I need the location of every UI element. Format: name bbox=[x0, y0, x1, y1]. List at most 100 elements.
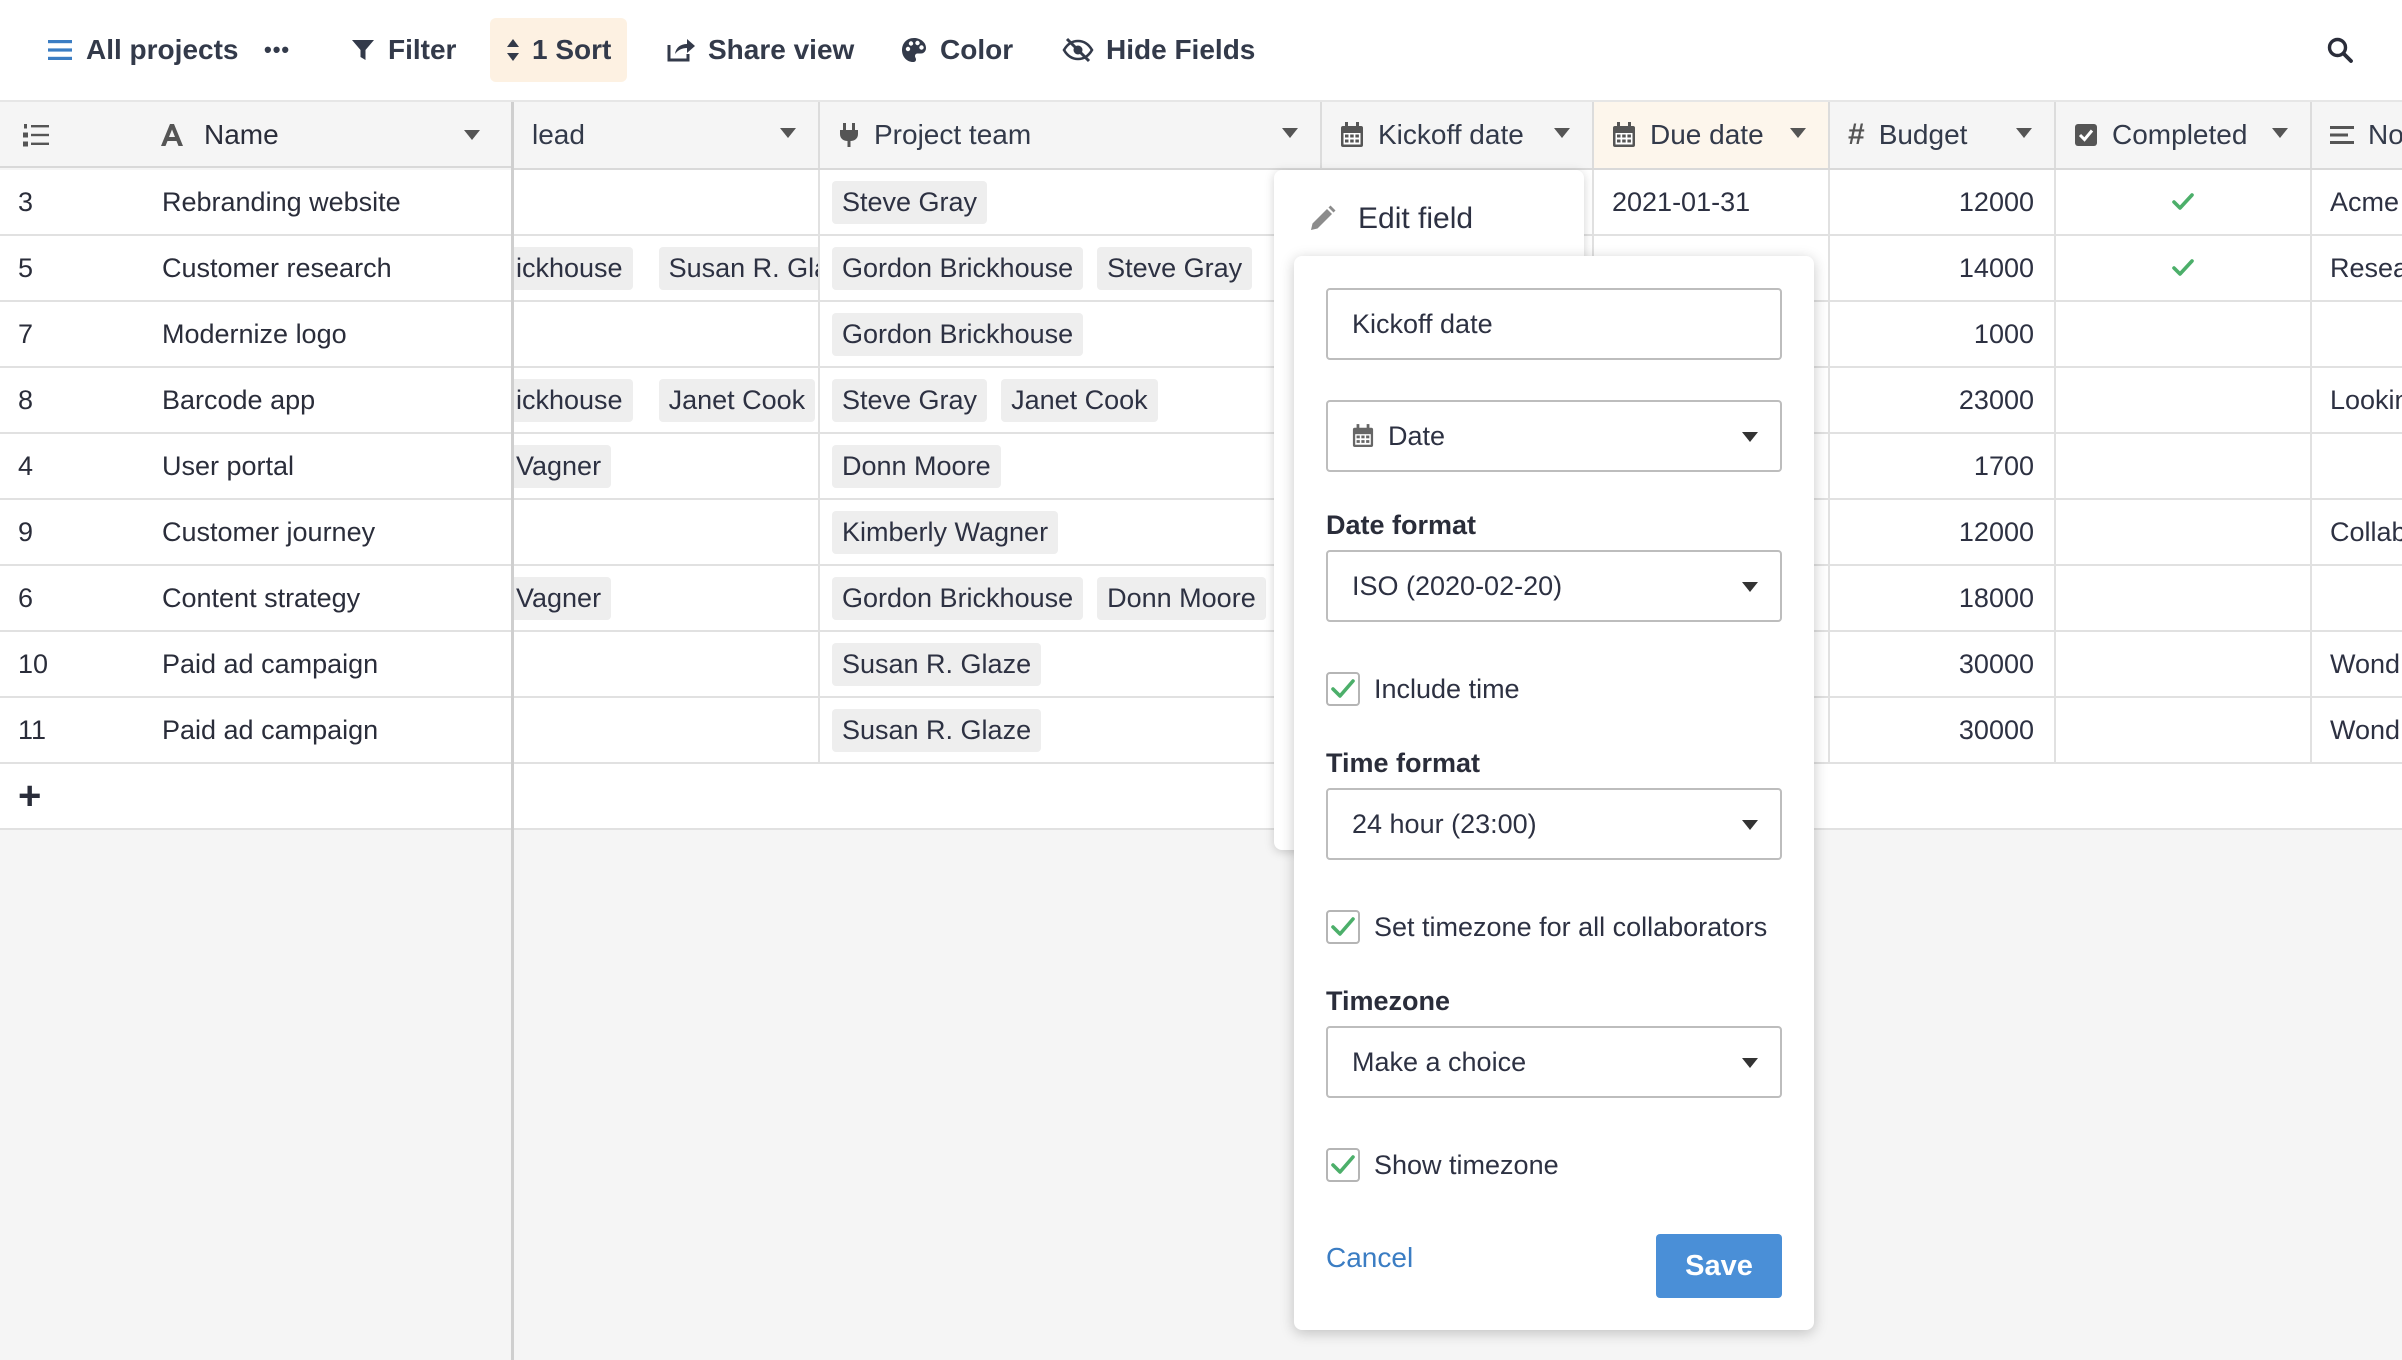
date-format-select[interactable]: ISO (2020-02-20) bbox=[1326, 550, 1782, 622]
field-type-select[interactable]: Date bbox=[1326, 400, 1782, 472]
caret-down-icon[interactable] bbox=[1282, 128, 1298, 138]
cell-budget[interactable]: 23000 bbox=[1830, 368, 2056, 432]
cell-lead[interactable]: Vagner bbox=[514, 566, 820, 630]
view-switcher-button[interactable]: All projects bbox=[30, 18, 254, 82]
cell-team[interactable]: Steve Gray bbox=[820, 170, 1322, 234]
checkbox-checked-icon[interactable] bbox=[1326, 910, 1360, 944]
table-row[interactable]: 11 Paid ad campaign bbox=[0, 698, 511, 764]
table-row[interactable]: 5 Customer research bbox=[0, 236, 511, 302]
cell-name[interactable]: Customer research bbox=[162, 236, 392, 300]
cell-team[interactable]: Kimberly Wagner bbox=[820, 500, 1322, 564]
cell-notes[interactable]: Lookin bbox=[2312, 368, 2402, 432]
table-row[interactable]: 8 Barcode app bbox=[0, 368, 511, 434]
checkbox-checked-icon[interactable] bbox=[1326, 1148, 1360, 1182]
column-header-project-team[interactable]: Project team bbox=[820, 102, 1322, 168]
caret-down-icon[interactable] bbox=[780, 128, 796, 138]
cell-budget[interactable]: 12000 bbox=[1830, 500, 2056, 564]
cell-notes[interactable]: Resea bbox=[2312, 236, 2402, 300]
cell-name[interactable]: Modernize logo bbox=[162, 302, 347, 366]
cell-name[interactable]: Rebranding website bbox=[162, 170, 401, 234]
table-row[interactable]: 10 Paid ad campaign bbox=[0, 632, 511, 698]
caret-down-icon[interactable] bbox=[1790, 128, 1806, 138]
set-timezone-checkbox[interactable]: Set timezone for all collaborators bbox=[1326, 910, 1767, 944]
cell-lead[interactable]: ickhouse Susan R. Glaz bbox=[514, 236, 820, 300]
table-row[interactable]: 9 Customer journey bbox=[0, 500, 511, 566]
more-options-button[interactable]: ••• bbox=[248, 18, 306, 82]
caret-down-icon[interactable] bbox=[464, 130, 480, 140]
save-button[interactable]: Save bbox=[1656, 1234, 1782, 1298]
cell-notes[interactable]: Wond bbox=[2312, 698, 2402, 762]
time-format-select[interactable]: 24 hour (23:00) bbox=[1326, 788, 1782, 860]
table-row[interactable]: 7 Modernize logo bbox=[0, 302, 511, 368]
field-name-input[interactable]: Kickoff date bbox=[1326, 288, 1782, 360]
cell-budget[interactable]: 30000 bbox=[1830, 632, 2056, 696]
cancel-button[interactable]: Cancel bbox=[1326, 1242, 1413, 1274]
cell-name[interactable]: Customer journey bbox=[162, 500, 375, 564]
cell-completed[interactable] bbox=[2056, 170, 2312, 234]
include-time-checkbox[interactable]: Include time bbox=[1326, 672, 1520, 706]
cell-lead[interactable] bbox=[514, 302, 820, 366]
cell-completed[interactable] bbox=[2056, 632, 2312, 696]
cell-budget[interactable]: 1000 bbox=[1830, 302, 2056, 366]
table-row[interactable]: 3 Rebranding website bbox=[0, 170, 511, 236]
column-header-due-date[interactable]: Due date bbox=[1594, 102, 1830, 168]
caret-down-icon[interactable] bbox=[2016, 128, 2032, 138]
cell-completed[interactable] bbox=[2056, 236, 2312, 300]
cell-team[interactable]: Gordon Brickhouse Donn Moore bbox=[820, 566, 1322, 630]
cell-budget[interactable]: 1700 bbox=[1830, 434, 2056, 498]
cell-budget[interactable]: 18000 bbox=[1830, 566, 2056, 630]
edit-field-menu-item[interactable]: Edit field bbox=[1308, 202, 1473, 236]
cell-lead[interactable] bbox=[514, 170, 820, 234]
cell-notes[interactable]: Acme bbox=[2312, 170, 2402, 234]
cell-lead[interactable] bbox=[514, 698, 820, 762]
cell-completed[interactable] bbox=[2056, 566, 2312, 630]
cell-team[interactable]: Susan R. Glaze bbox=[820, 698, 1322, 762]
cell-completed[interactable] bbox=[2056, 368, 2312, 432]
column-header-lead[interactable]: lead bbox=[514, 102, 820, 168]
column-header-budget[interactable]: # Budget bbox=[1830, 102, 2056, 168]
cell-lead[interactable] bbox=[514, 500, 820, 564]
cell-lead[interactable]: ickhouse Janet Cook bbox=[514, 368, 820, 432]
cell-team[interactable]: Donn Moore bbox=[820, 434, 1322, 498]
cell-notes[interactable] bbox=[2312, 566, 2402, 630]
cell-budget[interactable]: 30000 bbox=[1830, 698, 2056, 762]
add-row-button[interactable]: + bbox=[0, 764, 511, 830]
row-number-icon[interactable] bbox=[22, 122, 50, 148]
cell-lead[interactable]: Vagner bbox=[514, 434, 820, 498]
cell-lead[interactable] bbox=[514, 632, 820, 696]
filter-button[interactable]: Filter bbox=[334, 18, 472, 82]
cell-team[interactable]: Gordon Brickhouse bbox=[820, 302, 1322, 366]
cell-name[interactable]: Paid ad campaign bbox=[162, 632, 378, 696]
search-button[interactable] bbox=[2310, 18, 2370, 82]
timezone-select[interactable]: Make a choice bbox=[1326, 1026, 1782, 1098]
cell-due[interactable]: 2021-01-31 bbox=[1594, 170, 1830, 234]
cell-team[interactable]: Steve Gray Janet Cook bbox=[820, 368, 1322, 432]
cell-notes[interactable] bbox=[2312, 434, 2402, 498]
cell-name[interactable]: Content strategy bbox=[162, 566, 360, 630]
cell-notes[interactable]: Wond bbox=[2312, 632, 2402, 696]
cell-team[interactable]: Susan R. Glaze bbox=[820, 632, 1322, 696]
color-button[interactable]: Color bbox=[884, 18, 1029, 82]
cell-completed[interactable] bbox=[2056, 434, 2312, 498]
column-header-name[interactable]: Name bbox=[160, 102, 279, 168]
cell-completed[interactable] bbox=[2056, 500, 2312, 564]
hide-fields-button[interactable]: Hide Fields bbox=[1046, 18, 1271, 82]
cell-name[interactable]: User portal bbox=[162, 434, 294, 498]
cell-name[interactable]: Paid ad campaign bbox=[162, 698, 378, 762]
cell-notes[interactable] bbox=[2312, 302, 2402, 366]
cell-completed[interactable] bbox=[2056, 302, 2312, 366]
share-view-button[interactable]: Share view bbox=[650, 18, 870, 82]
column-header-notes[interactable]: No bbox=[2312, 102, 2402, 168]
cell-name[interactable]: Barcode app bbox=[162, 368, 315, 432]
cell-budget[interactable]: 12000 bbox=[1830, 170, 2056, 234]
cell-completed[interactable] bbox=[2056, 698, 2312, 762]
caret-down-icon[interactable] bbox=[1554, 128, 1570, 138]
cell-team[interactable]: Gordon Brickhouse Steve Gray bbox=[820, 236, 1322, 300]
column-header-kickoff-date[interactable]: Kickoff date bbox=[1322, 102, 1594, 168]
column-header-completed[interactable]: Completed bbox=[2056, 102, 2312, 168]
checkbox-checked-icon[interactable] bbox=[1326, 672, 1360, 706]
sort-button[interactable]: 1 Sort bbox=[490, 18, 628, 82]
cell-budget[interactable]: 14000 bbox=[1830, 236, 2056, 300]
table-row[interactable]: 4 User portal bbox=[0, 434, 511, 500]
caret-down-icon[interactable] bbox=[2272, 128, 2288, 138]
